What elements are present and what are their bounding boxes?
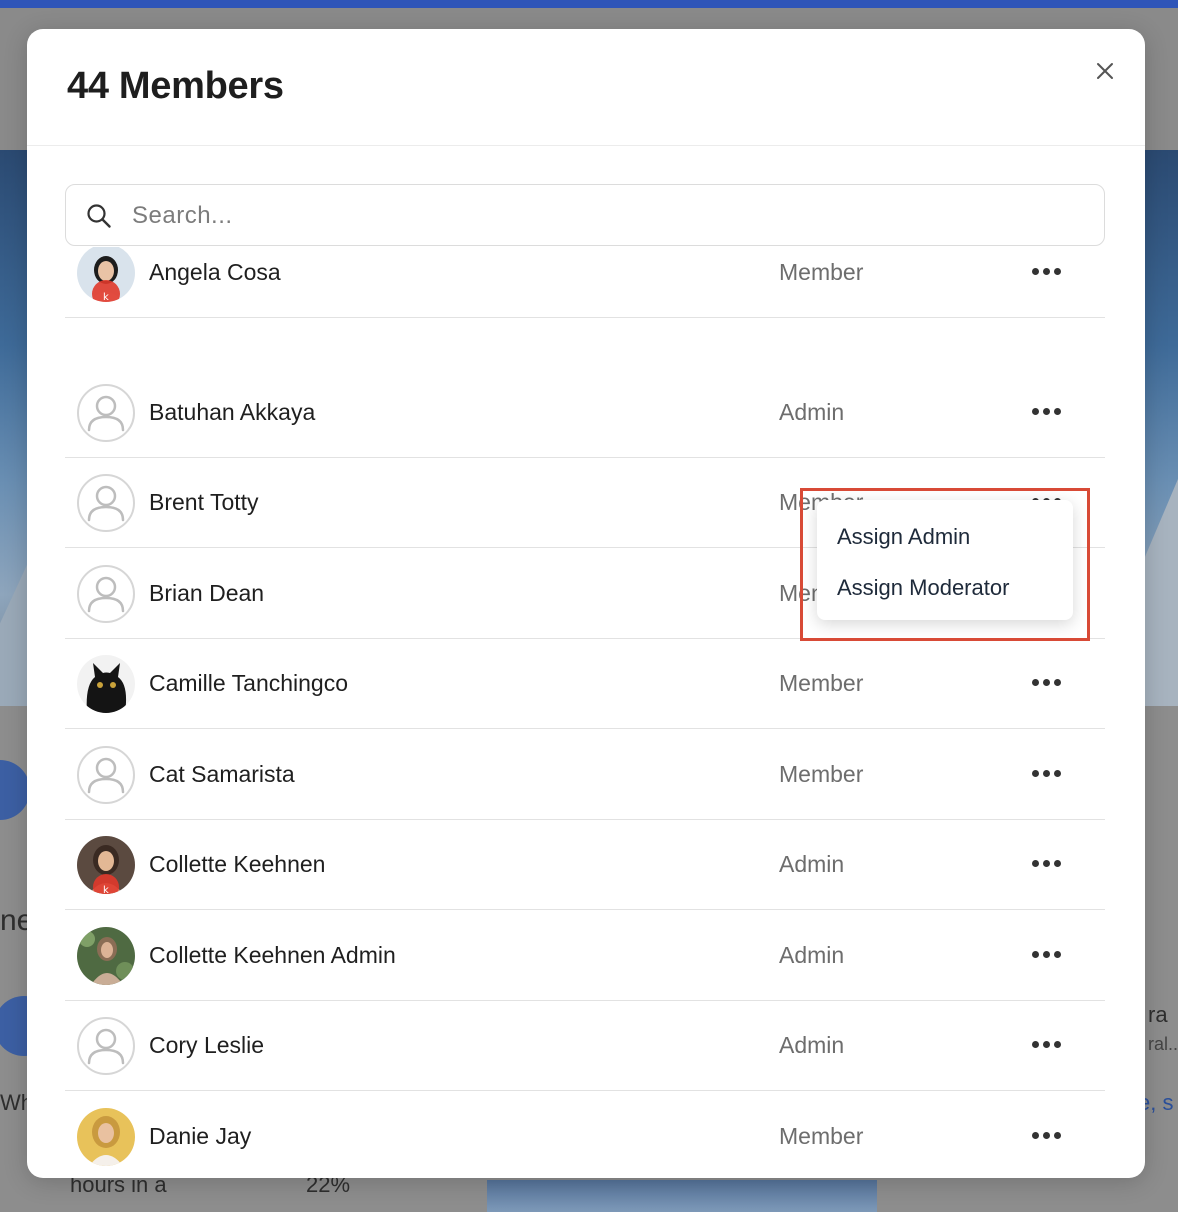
more-dot [1043,1041,1050,1048]
member-list: k Angela Cosa Member Batuhan Akkaya Admi… [65,247,1105,1178]
search-box[interactable] [65,184,1105,246]
avatar[interactable] [77,746,135,804]
bg-side-name-fragment: ra [1148,1002,1168,1027]
member-name[interactable]: Batuhan Akkaya [149,399,315,426]
more-dot [1032,1041,1039,1048]
avatar[interactable]: k [77,247,135,302]
member-role: Member [779,670,864,696]
avatar[interactable] [77,1017,135,1075]
more-dot [1054,1132,1061,1139]
more-options-button[interactable] [1023,760,1071,788]
more-dot [1032,770,1039,777]
more-dot [1032,951,1039,958]
member-row[interactable]: Cory Leslie Admin [65,1001,1105,1091]
member-name[interactable]: Collette Keehnen [149,851,325,878]
member-name[interactable]: Brent Totty [149,489,259,516]
more-dot [1054,951,1061,958]
more-dot [1054,268,1061,275]
member-name[interactable]: Camille Tanchingco [149,670,348,697]
more-dot [1054,770,1061,777]
group-logo [0,760,30,820]
member-role: Admin [779,942,845,968]
assign-admin-menu-item[interactable]: Assign Admin [837,524,970,550]
more-options-button[interactable] [1023,941,1071,969]
member-name[interactable]: Cat Samarista [149,761,295,788]
more-dot [1054,408,1061,415]
avatar[interactable] [77,655,135,713]
more-dot [1043,951,1050,958]
member-name[interactable]: Cory Leslie [149,1032,264,1059]
avatar-photo [77,655,135,713]
member-row[interactable]: Camille Tanchingco Member [65,639,1105,729]
more-dot [1043,770,1050,777]
more-dot [1032,860,1039,867]
more-dot [1032,408,1039,415]
more-dot [1043,268,1050,275]
avatar[interactable] [77,474,135,532]
member-role: Admin [779,851,845,877]
bg-side-sub-fragment: ral.. [1148,1034,1178,1054]
bg-hiking-image [487,1180,877,1212]
more-options-button[interactable] [1023,258,1071,286]
more-dot [1032,679,1039,686]
more-dot [1043,679,1050,686]
search-input[interactable] [130,195,1074,237]
avatar-photo: k [77,247,135,302]
member-row[interactable]: k Angela Cosa Member [65,247,1105,318]
more-dot [1054,860,1061,867]
avatar-photo [77,927,135,985]
member-row[interactable]: Cat Samarista Member [65,730,1105,820]
member-role: Admin [779,1032,845,1058]
more-dot [1043,860,1050,867]
close-icon [1097,63,1113,79]
member-role: Member [779,761,864,787]
avatar[interactable] [77,565,135,623]
member-name[interactable]: Danie Jay [149,1123,251,1150]
default-user-icon [87,1028,125,1065]
member-row[interactable]: Danie Jay Member [65,1092,1105,1178]
close-button[interactable] [1090,56,1120,86]
member-row[interactable]: k Collette Keehnen Admin [65,820,1105,910]
more-options-button[interactable] [1023,398,1071,426]
default-user-icon [87,576,125,613]
member-role: Member [779,1123,864,1149]
default-user-icon [87,485,125,522]
member-role: Member [779,259,864,285]
member-name[interactable]: Angela Cosa [149,259,281,286]
more-dot [1032,268,1039,275]
default-user-icon [87,757,125,794]
more-dot [1054,1041,1061,1048]
page-top-bar [0,0,1178,8]
avatar[interactable] [77,927,135,985]
modal-header: 44 Members [27,29,1145,146]
more-dot [1032,1132,1039,1139]
avatar-photo [77,1108,135,1166]
more-dot [1054,679,1061,686]
more-options-button[interactable] [1023,850,1071,878]
member-row[interactable]: Batuhan Akkaya Admin [65,368,1105,458]
modal-title: 44 Members [67,65,284,107]
member-name[interactable]: Brian Dean [149,580,264,607]
more-options-button[interactable] [1023,1122,1071,1150]
assign-moderator-menu-item[interactable]: Assign Moderator [837,575,1009,601]
svg-text:k: k [103,885,109,894]
avatar[interactable] [77,1108,135,1166]
avatar[interactable] [77,384,135,442]
member-row[interactable]: Collette Keehnen Admin Admin [65,911,1105,1001]
svg-text:k: k [103,292,109,302]
more-options-button[interactable] [1023,669,1071,697]
avatar-photo: k [77,836,135,894]
avatar[interactable]: k [77,836,135,894]
search-icon [87,204,111,228]
member-name[interactable]: Collette Keehnen Admin [149,942,396,969]
default-user-icon [87,395,125,432]
more-dot [1043,408,1050,415]
more-options-button[interactable] [1023,1031,1071,1059]
member-options-menu: Assign Admin Assign Moderator [817,500,1073,620]
member-role: Admin [779,399,845,425]
more-dot [1043,1132,1050,1139]
